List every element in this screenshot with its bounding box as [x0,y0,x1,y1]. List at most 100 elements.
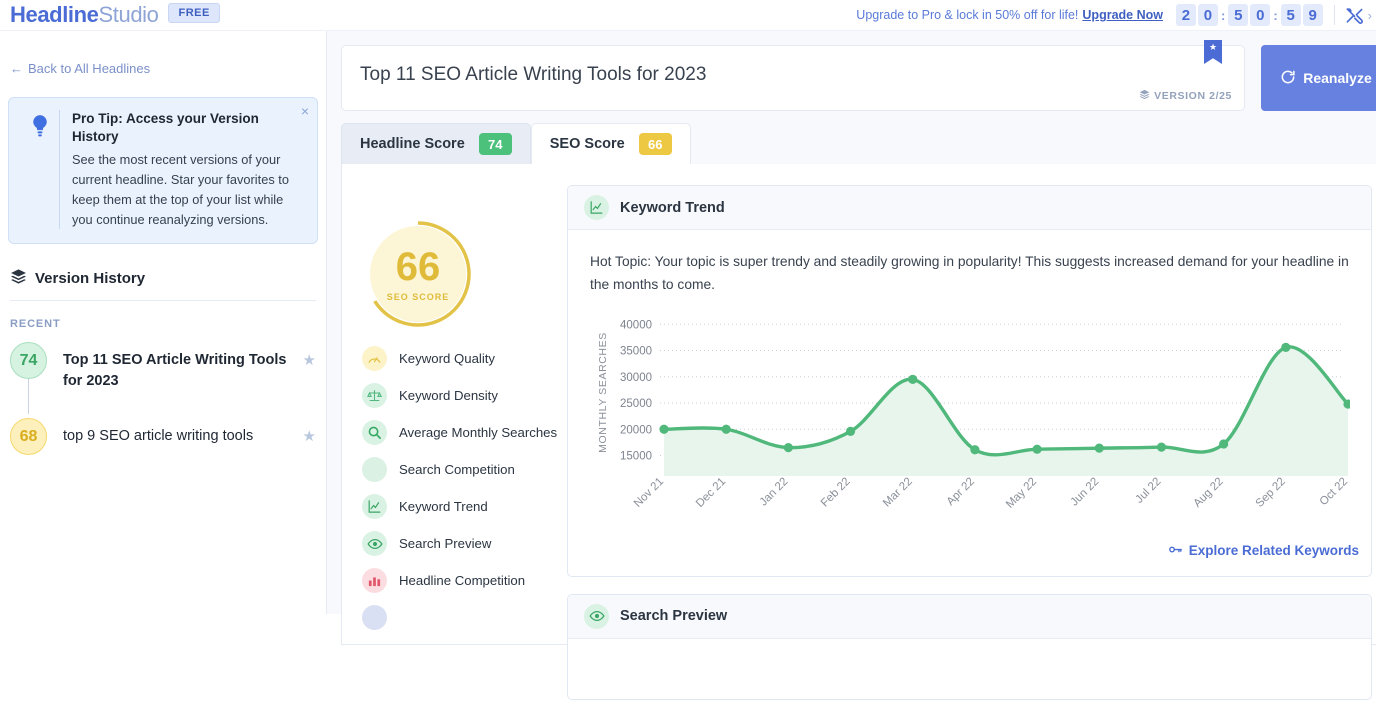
free-plan-badge: FREE [168,3,219,23]
pro-tip-text: See the most recent versions of your cur… [72,150,305,229]
sidebar-item-search-preview[interactable]: Search Preview [362,531,567,556]
version-list-item[interactable]: 74 Top 11 SEO Article Writing Tools for … [0,342,326,392]
top-bar: HeadlineStudio FREE Upgrade to Pro & loc… [0,0,1376,31]
eye-icon [362,531,387,556]
keyword-trend-chart: 150002000025000300003500040000MONTHLY SE… [590,311,1349,526]
sidebar-item-label: Keyword Density [399,383,498,405]
svg-text:15000: 15000 [620,450,652,462]
sidebar-item-keyword-quality[interactable]: Keyword Quality [362,346,567,371]
svg-text:Oct 22: Oct 22 [1318,476,1350,508]
tab-headline-score-label: Headline Score [360,136,465,152]
svg-text:Aug 22: Aug 22 [1191,476,1225,510]
back-to-all-headlines-link[interactable]: ← Back to All Headlines [10,61,150,76]
tab-headline-score-badge: 74 [479,133,512,155]
timer-minute-tens: 5 [1228,4,1248,26]
sidebar-item-average-monthly-searches[interactable]: Average Monthly Searches [362,420,567,445]
svg-text:Jan 22: Jan 22 [758,476,791,509]
countdown-timer: 2 0 : 5 0 : 5 9 [1175,4,1324,26]
detail-cards: Keyword Trend Hot Topic: Your topic is s… [567,185,1372,717]
recent-section-label: RECENT [10,318,326,330]
refresh-icon [1280,69,1296,88]
sidebar-item-search-competition[interactable]: Search Competition [362,457,567,482]
svg-text:Jul 22: Jul 22 [1133,476,1163,506]
search-icon [362,420,387,445]
pro-tip-title: Pro Tip: Access your Version History [72,110,305,145]
version-indicator: VERSION 2/25 [1139,89,1232,103]
trend-chart-icon [362,494,387,519]
tools-icon[interactable] [1345,6,1364,25]
star-icon[interactable]: ★ [303,342,316,369]
pro-tip-body: Pro Tip: Access your Version History See… [72,110,305,229]
svg-text:20000: 20000 [620,424,652,436]
scales-icon [362,383,387,408]
layers-icon [10,268,27,289]
keyword-trend-summary: Hot Topic: Your topic is super trendy an… [590,250,1349,297]
timer-separator-2: : [1273,8,1277,23]
svg-text:May 22: May 22 [1004,476,1039,511]
seo-metric-nav: Keyword Quality Keyword Density [362,346,567,642]
svg-text:30000: 30000 [620,372,652,384]
bookmark-star-glyph: ★ [1209,43,1217,52]
sidebar-divider [10,300,316,301]
seo-score-value-wrap: 66 SEO SCORE [363,219,473,329]
seo-score-value: 66 [396,247,441,287]
svg-text:Feb 22: Feb 22 [819,476,853,510]
gauge-icon [362,346,387,371]
svg-text:40000: 40000 [620,319,652,331]
logo-light-text: Studio [99,2,159,28]
reanalyze-button[interactable]: Reanalyze [1261,45,1376,111]
left-sidebar: ← Back to All Headlines Pro Tip: Access … [0,31,327,614]
keyword-trend-card-body: Hot Topic: Your topic is super trendy an… [568,230,1371,536]
page-title: Top 11 SEO Article Writing Tools for 202… [360,64,706,86]
competition-icon [362,457,387,482]
timer-separator-1: : [1221,8,1225,23]
sidebar-item-label: Headline Competition [399,568,525,590]
version-score-badge: 68 [10,418,47,455]
timer-minute-ones: 0 [1250,4,1270,26]
sidebar-item-label: Search Preview [399,531,491,553]
topbar-right-group: Upgrade to Pro & lock in 50% off for lif… [856,0,1376,31]
sidebar-item-headline-competition[interactable]: Headline Competition [362,568,567,593]
sidebar-item-keyword-density[interactable]: Keyword Density [362,383,567,408]
svg-text:Mar 22: Mar 22 [881,476,915,510]
upgrade-now-link[interactable]: Upgrade Now [1082,8,1163,22]
explore-related-keywords-label: Explore Related Keywords [1189,543,1359,558]
version-score-badge: 74 [10,342,47,379]
version-connector-line [28,379,29,414]
score-tabs: Headline Score 74 SEO Score 66 [341,123,691,164]
tab-headline-score[interactable]: Headline Score 74 [341,123,531,164]
search-preview-card-header: Search Preview [568,595,1371,639]
star-icon[interactable]: ★ [303,418,316,445]
seo-score-panel: 66 SEO SCORE Keyword Quality [341,164,1376,645]
svg-text:Sep 22: Sep 22 [1254,476,1288,510]
sidebar-item-keyword-trend[interactable]: Keyword Trend [362,494,567,519]
sidebar-item-partial[interactable] [362,605,567,630]
keyword-trend-card-title: Keyword Trend [620,200,725,216]
explore-related-keywords-link[interactable]: Explore Related Keywords [568,536,1371,576]
chevron-right-icon[interactable]: › [1368,8,1372,23]
logo-bold-text: Headline [10,2,99,28]
svg-text:MONTHLY SEARCHES: MONTHLY SEARCHES [597,332,609,453]
upgrade-promo-text: Upgrade to Pro & lock in 50% off for lif… [856,8,1078,22]
trend-chart-icon [584,195,609,220]
tab-seo-score[interactable]: SEO Score 66 [531,123,691,165]
app-logo[interactable]: HeadlineStudio [10,2,158,28]
timer-second-tens: 5 [1281,4,1301,26]
reanalyze-label: Reanalyze [1303,70,1371,86]
back-link-label: Back to All Headlines [28,61,150,76]
layers-icon [1139,89,1150,103]
version-list: 74 Top 11 SEO Article Writing Tools for … [0,342,326,464]
close-icon[interactable]: × [301,104,309,118]
version-indicator-label: VERSION 2/25 [1154,90,1232,102]
key-icon [1168,542,1183,560]
version-list-item[interactable]: 68 top 9 SEO article writing tools ★ [0,418,326,464]
version-title: Top 11 SEO Article Writing Tools for 202… [63,342,303,392]
bookmark-icon[interactable]: ★ [1204,40,1222,64]
headline-card: Top 11 SEO Article Writing Tools for 202… [341,45,1245,111]
svg-text:Apr 22: Apr 22 [945,476,977,508]
pro-tip-divider [59,110,60,229]
svg-text:25000: 25000 [620,398,652,410]
bar-chart-icon [362,568,387,593]
sidebar-item-label: Keyword Trend [399,494,488,516]
search-preview-card-body [568,639,1371,699]
